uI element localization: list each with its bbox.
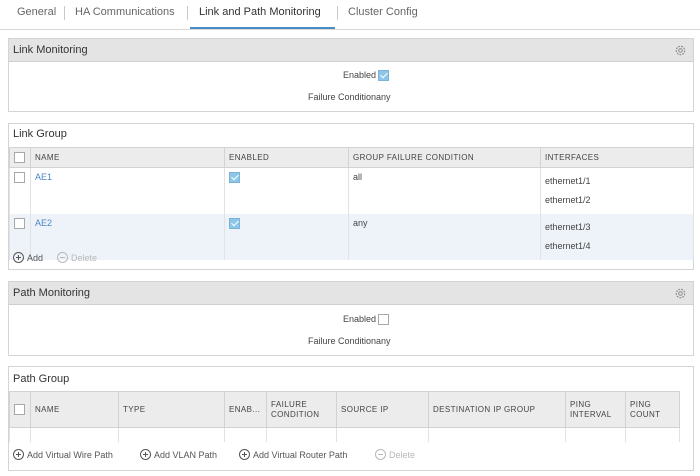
tab-divider [64, 6, 65, 20]
tab-bar: General HA Communications Link and Path … [0, 0, 700, 30]
table-row[interactable]: AE1 all ethernet1/1 ethernet1/2 [9, 167, 694, 214]
path-monitoring-header: Path Monitoring [9, 282, 693, 305]
column-header-enabled[interactable]: ENAB... [224, 391, 267, 428]
link-monitoring-panel: Link Monitoring Enabled Failure Conditio… [8, 38, 694, 112]
link-enabled-checkbox[interactable] [378, 70, 389, 81]
link-group-table: NAME ENABLED GROUP FAILURE CONDITION INT… [9, 147, 694, 260]
link-group-name-link[interactable]: AE2 [35, 218, 52, 228]
add-vlan-path-label: Add VLAN Path [154, 449, 218, 460]
path-failure-condition-label: Failure Condition [307, 336, 376, 346]
add-icon [140, 449, 151, 460]
link-enabled-label: Enabled [342, 70, 376, 80]
tab-general[interactable]: General [17, 6, 56, 18]
link-group-toolbar: Add Delete [9, 250, 693, 268]
path-monitoring-title: Path Monitoring [13, 287, 91, 299]
delete-label: Delete [71, 252, 98, 263]
empty-table-body [9, 427, 680, 442]
column-header-type[interactable]: TYPE [118, 391, 225, 428]
tab-link-and-path-monitoring[interactable]: Link and Path Monitoring [199, 6, 321, 18]
add-virtual-router-path-label: Add Virtual Router Path [253, 449, 348, 460]
delete-label: Delete [389, 449, 416, 460]
gear-icon[interactable] [674, 44, 687, 57]
interface-item: ethernet1/3 [545, 222, 591, 232]
column-header-source-ip[interactable]: SOURCE IP [336, 391, 429, 428]
link-failure-condition-label: Failure Condition [307, 92, 376, 102]
path-group-toolbar: Add Virtual Wire Path Add VLAN Path Add … [9, 447, 693, 465]
select-all-checkbox[interactable] [14, 152, 25, 163]
add-virtual-wire-path-button[interactable]: Add Virtual Wire Path [13, 449, 113, 460]
interface-item: ethernet1/1 [545, 176, 591, 186]
link-group-title: Link Group [13, 128, 67, 140]
row-enabled-checkbox [229, 218, 240, 229]
select-all-cell [9, 391, 31, 428]
column-header-group-failure-condition[interactable]: GROUP FAILURE CONDITION [348, 147, 541, 168]
interface-item: ethernet1/2 [545, 195, 591, 205]
tab-ha-communications[interactable]: HA Communications [75, 6, 175, 18]
path-monitoring-panel: Path Monitoring Enabled Failure Conditio… [8, 281, 694, 356]
delete-icon [375, 449, 386, 460]
column-header-name[interactable]: NAME [30, 147, 225, 168]
add-virtual-router-path-button[interactable]: Add Virtual Router Path [239, 449, 347, 460]
add-virtual-wire-path-label: Add Virtual Wire Path [27, 449, 113, 460]
add-label: Add [27, 252, 44, 263]
select-all-cell [9, 147, 31, 168]
add-link-group-button[interactable]: Add [13, 252, 43, 263]
column-header-enabled[interactable]: ENABLED [224, 147, 349, 168]
column-header-failure-condition[interactable]: FAILURE CONDITION [266, 391, 337, 428]
link-monitoring-header: Link Monitoring [9, 39, 693, 62]
delete-icon [57, 252, 68, 263]
select-all-checkbox[interactable] [14, 404, 25, 415]
delete-link-group-button[interactable]: Delete [57, 252, 97, 263]
add-icon [13, 449, 24, 460]
link-group-panel: Link Group NAME ENABLED GROUP FAILURE CO… [8, 123, 694, 270]
tab-divider [337, 6, 338, 20]
column-header-name[interactable]: NAME [30, 391, 119, 428]
column-header-interfaces[interactable]: INTERFACES [540, 147, 694, 168]
gear-icon[interactable] [674, 287, 687, 300]
link-monitoring-title: Link Monitoring [13, 44, 88, 56]
path-failure-condition-value: any [376, 336, 391, 346]
tab-divider [187, 6, 188, 20]
column-header-destination-ip-group[interactable]: DESTINATION IP GROUP [428, 391, 566, 428]
delete-path-button[interactable]: Delete [375, 449, 415, 460]
column-header-ping-count[interactable]: PING COUNT [625, 391, 680, 428]
tab-cluster-config[interactable]: Cluster Config [348, 6, 418, 18]
active-tab-indicator [190, 27, 335, 29]
path-enabled-checkbox[interactable] [378, 314, 389, 325]
row-enabled-checkbox [229, 172, 240, 183]
path-group-panel: Path Group NAME TYPE ENAB... FAILURE CON… [8, 366, 694, 471]
add-vlan-path-button[interactable]: Add VLAN Path [140, 449, 217, 460]
interfaces-cell: ethernet1/1 ethernet1/2 [540, 167, 694, 214]
add-icon [13, 252, 24, 263]
path-group-title: Path Group [13, 373, 70, 385]
add-icon [239, 449, 250, 460]
path-group-table: NAME TYPE ENAB... FAILURE CONDITION SOUR… [9, 391, 680, 442]
path-enabled-label: Enabled [342, 314, 376, 324]
column-header-ping-interval[interactable]: PING INTERVAL [565, 391, 626, 428]
group-failure-condition-cell: all [348, 167, 541, 214]
row-select-checkbox[interactable] [14, 218, 25, 229]
row-select-checkbox[interactable] [14, 172, 25, 183]
link-group-name-link[interactable]: AE1 [35, 172, 52, 182]
link-failure-condition-value: any [376, 92, 391, 102]
